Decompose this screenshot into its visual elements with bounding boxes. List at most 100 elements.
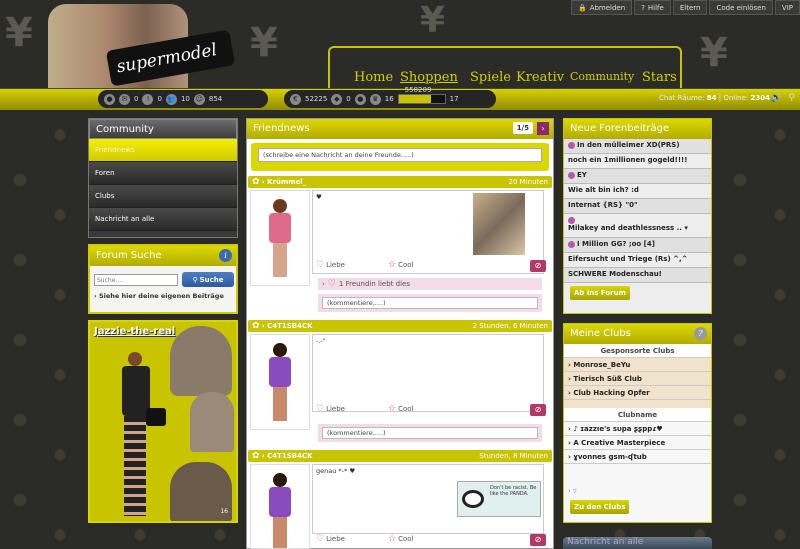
cool-button[interactable]: ☆ Cool: [388, 534, 413, 544]
profile-avatar-head: [128, 352, 142, 366]
friendnews-input[interactable]: (schreibe eine Nachricht an deine Freund…: [258, 148, 542, 162]
yen-pattern-icon: ¥: [700, 30, 728, 76]
parents-link[interactable]: Eltern: [672, 0, 708, 15]
friend-like-text[interactable]: 1 Freundin liebt dies: [339, 280, 410, 288]
menu-foren[interactable]: Foren: [89, 162, 237, 185]
post-author[interactable]: › C4T1SB4CK: [262, 322, 313, 330]
cool-label: Cool: [398, 405, 414, 413]
menu-nachricht-an-alle[interactable]: Nachricht an alle: [89, 208, 237, 231]
ball-icon[interactable]: ●: [354, 93, 366, 105]
club-item[interactable]: › ɣvonnes gsm-ʠtub: [564, 450, 711, 464]
sponsored-club-item[interactable]: › Club Hacking Opfer: [564, 386, 711, 400]
forum-post-item[interactable]: Eifersucht und Triege (Rs) ^,^: [564, 253, 711, 268]
sponsored-club-item[interactable]: › Monrose_BeYu: [564, 358, 711, 372]
nav-home[interactable]: Home: [354, 70, 393, 85]
go-to-clubs-button[interactable]: Zu den Clubs: [570, 500, 630, 514]
avatar-legs: [273, 517, 287, 548]
avatar-head: [273, 343, 287, 357]
forum-post-item[interactable]: EY: [564, 169, 711, 184]
online-count: 2304: [750, 94, 770, 102]
friendnews-input-wrap: (schreibe eine Nachricht an deine Freund…: [251, 143, 549, 171]
nav-kreativ[interactable]: Kreativ: [516, 70, 564, 85]
coin-icon[interactable]: €: [290, 93, 301, 105]
post-message: genau *-* ♥ Don't be racist. Be like the…: [312, 464, 544, 534]
nav-community[interactable]: Community: [570, 70, 634, 83]
forum-post-item[interactable]: Internat {RS} "0": [564, 199, 711, 214]
cool-button[interactable]: ☆ Cool: [388, 404, 413, 414]
delete-button[interactable]: ⊘: [530, 260, 546, 272]
diamond-icon[interactable]: ◆: [331, 93, 343, 105]
like-button[interactable]: ♡ Liebe: [316, 534, 345, 544]
menu-clubs[interactable]: Clubs: [89, 185, 237, 208]
post-author[interactable]: › Krümmel_: [262, 178, 306, 186]
panda-icon: [462, 490, 484, 508]
club-item[interactable]: › ♪ ɪazzıe's sυpa ʂʂppɾ♥: [564, 422, 711, 436]
star-outline-icon: ☆: [388, 260, 397, 270]
profile-avatar-bag: [146, 408, 166, 426]
forum-search-input[interactable]: [94, 274, 178, 286]
forum-post-item[interactable]: noch ein 1millionen gogeld!!!!: [564, 154, 711, 169]
sound-icon[interactable]: 🔊: [771, 93, 782, 103]
club-name: Club Hacking Opfer: [573, 389, 650, 397]
like-button[interactable]: ♡ Liebe: [316, 260, 345, 270]
forum-search-button[interactable]: ⚲ Suche: [182, 272, 234, 287]
xp-progress-fill: [398, 95, 431, 103]
comment-input[interactable]: (kommentiere.....): [322, 427, 538, 439]
post-avatar[interactable]: [250, 464, 310, 549]
profile-photo-2: [190, 392, 234, 452]
club-item[interactable]: › A Creative Masterpiece: [564, 436, 711, 450]
post-message: -.-": [312, 334, 544, 412]
more-clubs-link[interactable]: › ▿: [564, 484, 711, 498]
post: ✿ › C4T1SB4CK 2 Stunden, 6 Minuten -.-" ♡…: [248, 320, 552, 448]
menu-friendnews[interactable]: Friendnews: [89, 139, 237, 162]
nav-spiele[interactable]: Spiele: [470, 70, 511, 85]
forum-post-item[interactable]: Wie alt bin ich? :d: [564, 184, 711, 199]
level-next: 17: [449, 95, 459, 103]
smileys-count: 854: [208, 95, 223, 103]
search-icon[interactable]: ⚲: [788, 93, 795, 103]
friends-icon[interactable]: 👥: [165, 93, 177, 105]
next-page-button[interactable]: ›: [537, 122, 549, 135]
like-button[interactable]: ♡ Liebe: [316, 404, 345, 414]
comment-input[interactable]: (kommentiere.....): [322, 297, 538, 309]
redeem-code-link[interactable]: Code einlösen: [709, 0, 773, 15]
crown-icon[interactable]: ♛: [369, 93, 381, 105]
vip-link[interactable]: VIP: [774, 0, 800, 15]
delete-button[interactable]: ⊘: [530, 534, 546, 546]
forum-post-item[interactable]: Milakey and deathlessness .. ▾: [564, 214, 711, 238]
forum-post-item[interactable]: SCHWERE Modenschau!: [564, 268, 711, 283]
own-posts-link[interactable]: › Siehe hier deine eigenen Beiträge: [94, 292, 234, 300]
nav-shoppen[interactable]: Shoppen: [400, 70, 458, 85]
post-image-panda[interactable]: Don't be racist. Be like the PANDA.: [457, 481, 541, 517]
go-to-forum-button[interactable]: Ab ins Forum: [570, 286, 630, 300]
sponsored-club-item[interactable]: › Tierisch Süß Club: [564, 372, 711, 386]
nav-stars[interactable]: Stars: [642, 70, 677, 85]
top-bar: 🔒 Abmelden ? Hilfe Eltern Code einlösen VI…: [570, 0, 800, 16]
forum-post-item[interactable]: I Million GG? ;oo [4]: [564, 238, 711, 253]
help-icon[interactable]: ?: [694, 327, 707, 340]
profile-name[interactable]: Jazzie-the-real: [94, 326, 175, 337]
profile-card[interactable]: Jazzie-the-real 16: [88, 320, 238, 523]
yen-pattern-icon: ¥: [5, 10, 33, 56]
alert-icon[interactable]: !: [142, 93, 154, 105]
smiley-icon[interactable]: ☺: [193, 93, 205, 105]
search-icon: ⚲: [192, 275, 198, 284]
chat-rooms-count[interactable]: 84: [707, 94, 717, 102]
yen-pattern-icon: ¥: [420, 0, 446, 41]
user-icon[interactable]: ●: [104, 93, 115, 105]
cool-button[interactable]: ☆ Cool: [388, 260, 413, 270]
like-label: Liebe: [326, 535, 345, 543]
post-image[interactable]: [473, 193, 525, 255]
post-avatar[interactable]: [250, 334, 310, 430]
yen-pattern-icon: ¥: [250, 20, 278, 66]
logout-button[interactable]: 🔒 Abmelden: [570, 0, 633, 15]
mail-icon[interactable]: ✉: [119, 93, 130, 105]
post-avatar[interactable]: [250, 190, 310, 286]
delete-button[interactable]: ⊘: [530, 404, 546, 416]
help-button[interactable]: ? Hilfe: [634, 0, 671, 15]
message-all-panel[interactable]: Nachricht an alle: [563, 537, 712, 549]
info-icon[interactable]: i: [219, 249, 232, 262]
post-author[interactable]: › C4T1SB4CK: [262, 452, 313, 460]
forum-post-item[interactable]: In den mülleimer XD(PRS): [564, 139, 711, 154]
pin-icon: [568, 141, 575, 149]
